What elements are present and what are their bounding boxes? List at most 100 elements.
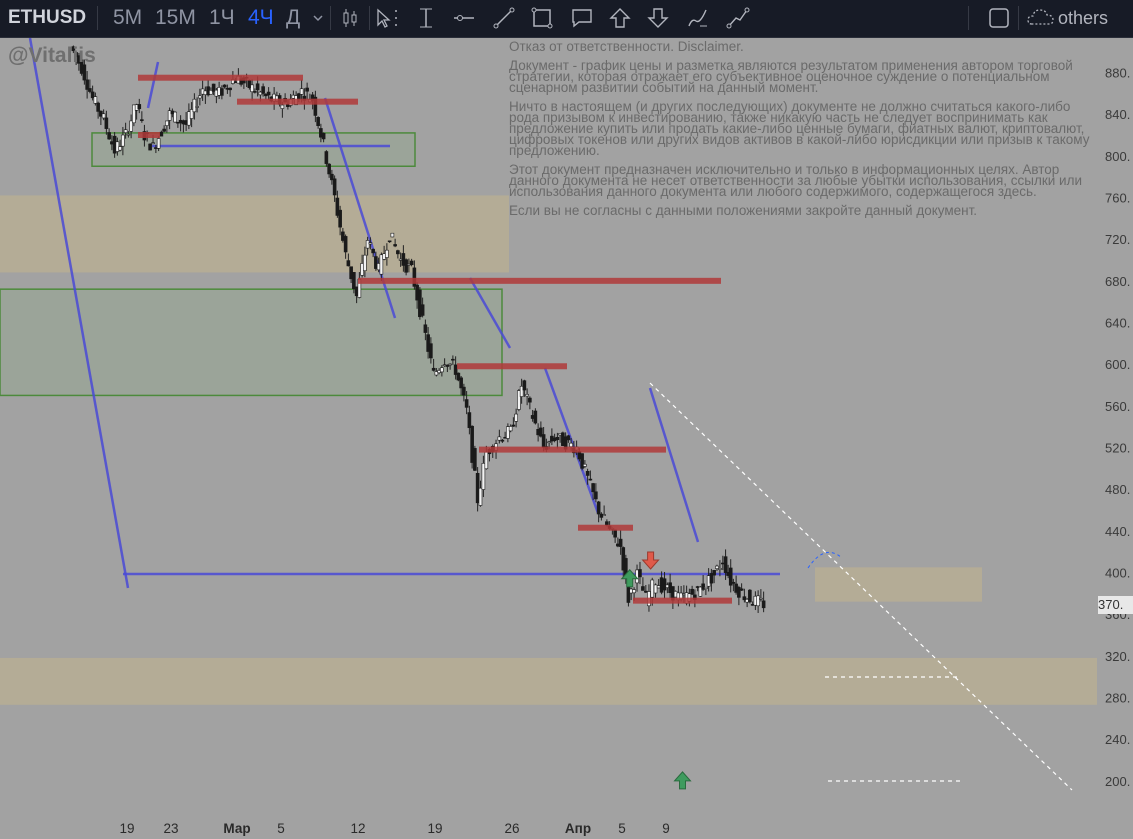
chevron-down-icon xyxy=(313,15,323,22)
candle-body xyxy=(371,248,375,254)
candle-body xyxy=(613,529,617,538)
candle-body xyxy=(431,367,436,371)
x-tick-label: 19 xyxy=(119,821,134,836)
square-icon xyxy=(989,8,1009,28)
candle-type-icon xyxy=(343,9,357,27)
timeframe-dropdown[interactable] xyxy=(307,3,327,33)
symbol-label[interactable]: ETHUSD xyxy=(8,5,86,31)
timeframe-5m[interactable]: 5M xyxy=(109,4,146,32)
resistance-level xyxy=(457,363,567,370)
resistance-level xyxy=(633,597,732,604)
trend-line xyxy=(648,387,700,543)
candle-body xyxy=(321,132,326,140)
candle-body xyxy=(569,442,573,447)
candle-body xyxy=(731,581,736,584)
candle-body xyxy=(123,129,128,133)
candle-body xyxy=(195,106,199,108)
candle-body xyxy=(126,133,131,136)
timeframe-4h[interactable]: 4Ч xyxy=(244,4,278,32)
disclaimer-line: Этот документ предназначен исключительно… xyxy=(509,162,1083,199)
candle-body xyxy=(266,91,271,96)
path-icon xyxy=(726,7,750,29)
candle-body xyxy=(420,304,425,316)
timeframe-15m[interactable]: 15M xyxy=(151,4,200,32)
candle-body xyxy=(118,146,122,151)
zone-tan xyxy=(815,567,982,602)
candle-body xyxy=(555,436,560,441)
y-tick-label: 520. xyxy=(1105,441,1130,456)
candle-body xyxy=(533,410,538,424)
toolbar-divider xyxy=(330,6,331,30)
candle-body xyxy=(159,131,164,137)
trend-line-icon xyxy=(493,7,515,29)
candle-body xyxy=(192,98,197,113)
candle-body xyxy=(440,367,444,373)
path-tool[interactable] xyxy=(722,3,754,33)
candle-body xyxy=(761,600,766,609)
candle-body xyxy=(121,134,125,147)
zone-tan xyxy=(0,195,509,273)
cursor-tool[interactable] xyxy=(370,3,402,33)
timeframe-day[interactable]: Д xyxy=(282,4,304,32)
cloud-icon xyxy=(1027,9,1054,25)
horizontal-line-tool[interactable] xyxy=(448,3,480,33)
rectangle-tool[interactable] xyxy=(526,3,558,33)
arrow-up-icon xyxy=(609,8,631,28)
arrow-down-tool[interactable] xyxy=(642,3,674,33)
candle-body xyxy=(85,79,89,90)
candle-body xyxy=(528,397,532,403)
trend-line xyxy=(146,61,160,109)
candle-body xyxy=(423,324,428,333)
candle-body xyxy=(346,260,351,267)
candle-body xyxy=(338,209,342,228)
x-tick-label: 5 xyxy=(277,821,285,836)
arrow-down-marker xyxy=(641,551,660,570)
others-label: others xyxy=(1058,8,1109,28)
fullscreen-toggle[interactable] xyxy=(983,3,1015,33)
candle-body xyxy=(632,589,636,594)
toolbar-divider xyxy=(1018,6,1019,30)
y-tick-label: 760. xyxy=(1105,191,1130,206)
candle-body xyxy=(93,96,98,104)
candle-type-button[interactable] xyxy=(334,3,366,33)
x-tick-label: 26 xyxy=(504,821,519,836)
candle-body xyxy=(748,589,752,603)
candle-body xyxy=(140,119,144,121)
candle-body xyxy=(107,132,111,140)
candle-body xyxy=(255,83,260,91)
vertical-line-tool[interactable] xyxy=(410,3,442,33)
comment-tool[interactable] xyxy=(566,3,598,33)
candle-body xyxy=(324,151,329,164)
current-price-tag: 370. xyxy=(1098,596,1133,614)
candle-body xyxy=(662,578,667,591)
comment-icon xyxy=(572,9,592,28)
candle-body xyxy=(332,178,337,196)
disclaimer-line: Если вы не согласны с данными положениям… xyxy=(509,203,978,218)
disclaimer-line: Ничто в настоящем (и других последующих)… xyxy=(509,99,1090,158)
timeframe-1h[interactable]: 1Ч xyxy=(205,4,239,32)
candle-body xyxy=(473,448,477,471)
disclaimer-line: Документ - график цены и разметка являют… xyxy=(509,58,1073,95)
candle-body xyxy=(390,232,395,238)
arrow-up-tool[interactable] xyxy=(604,3,636,33)
candle-body xyxy=(585,471,590,476)
trend-line-tool[interactable] xyxy=(488,3,520,33)
candle-body xyxy=(165,120,169,126)
candle-body xyxy=(605,521,609,526)
arrow-up-marker xyxy=(673,771,692,790)
candle-body xyxy=(393,244,397,247)
candle-body xyxy=(253,91,257,93)
candle-body xyxy=(653,584,658,594)
arc-annotation xyxy=(807,551,843,569)
candle-body xyxy=(101,113,106,119)
candle-body xyxy=(445,364,450,367)
brush-tool[interactable] xyxy=(682,3,714,33)
cursor-icon xyxy=(377,8,397,28)
candle-body xyxy=(404,259,408,273)
vertical-line-icon xyxy=(420,8,432,28)
y-tick-label: 720. xyxy=(1105,232,1130,247)
candle-body xyxy=(602,514,606,516)
x-tick-label: Апр xyxy=(565,821,591,836)
candle-body xyxy=(385,249,389,258)
candle-body xyxy=(88,88,92,92)
